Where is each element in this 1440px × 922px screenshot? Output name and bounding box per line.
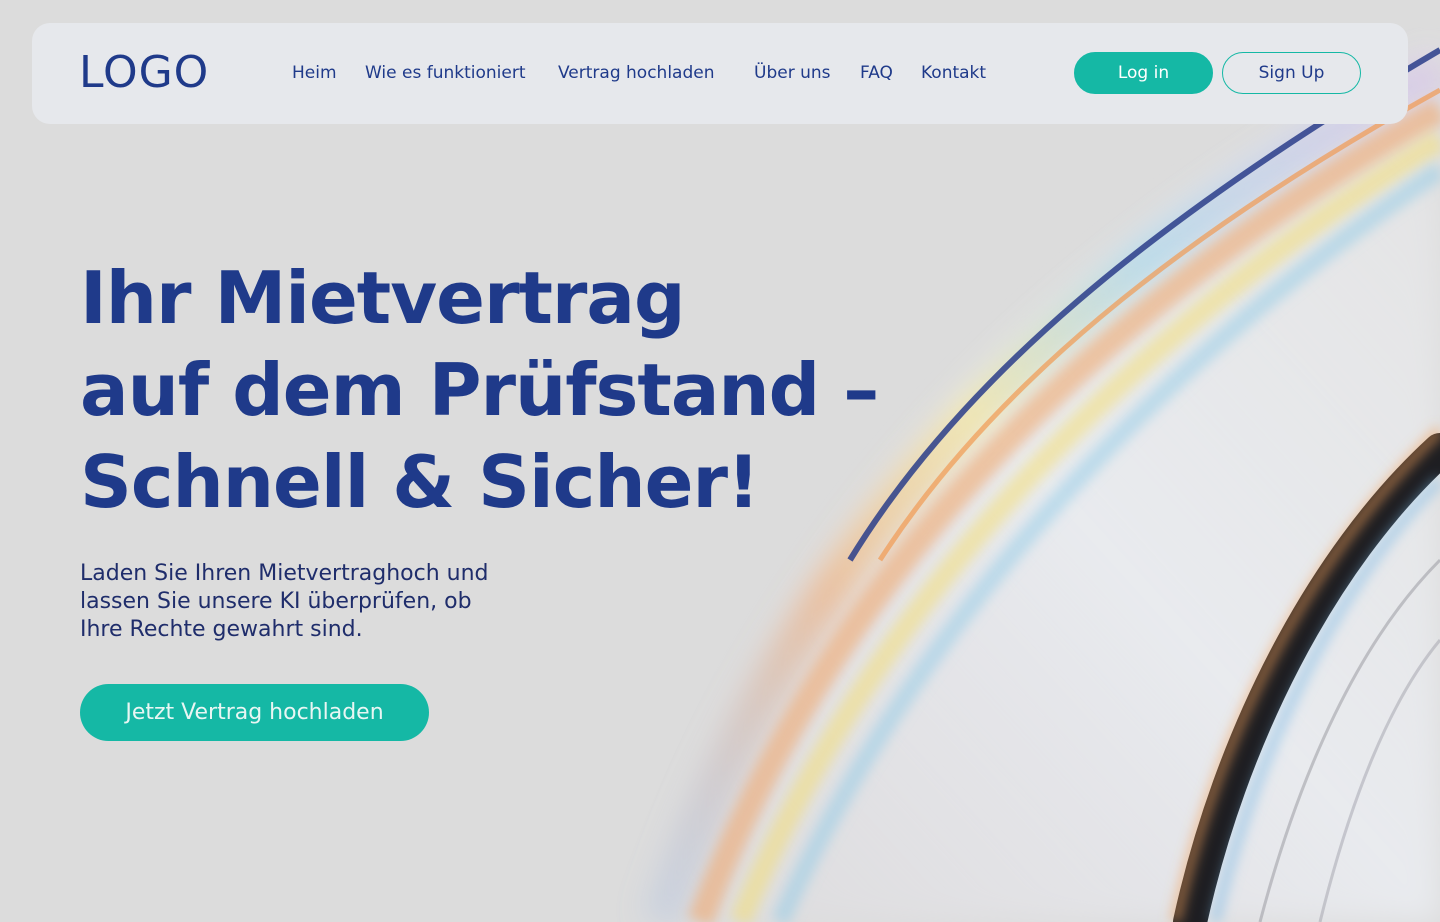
top-navbar: LOGO Heim Wie es funktioniert Vertrag ho… bbox=[32, 23, 1408, 124]
login-button[interactable]: Log in bbox=[1074, 52, 1213, 94]
hero-title: Ihr Mietvertrag auf dem Prüfstand – Schn… bbox=[80, 252, 879, 528]
nav-link-faq[interactable]: FAQ bbox=[860, 61, 893, 85]
hero-subtitle-line: lassen Sie unsere KI überprüfen, ob bbox=[80, 589, 472, 614]
nav-link-upload-contract[interactable]: Vertrag hochladen bbox=[558, 61, 715, 85]
signup-button[interactable]: Sign Up bbox=[1222, 52, 1361, 94]
hero-title-line: auf dem Prüfstand – bbox=[80, 348, 879, 432]
nav-link-contact[interactable]: Kontakt bbox=[921, 61, 986, 85]
hero-title-line: Schnell & Sicher! bbox=[80, 440, 760, 524]
hero-subtitle-line: Laden Sie Ihren Mietvertraghoch und bbox=[80, 561, 489, 586]
nav-link-heim[interactable]: Heim bbox=[292, 61, 337, 85]
hero-title-line: Ihr Mietvertrag bbox=[80, 256, 686, 340]
upload-contract-cta-button[interactable]: Jetzt Vertrag hochladen bbox=[80, 684, 429, 741]
nav-link-how-it-works[interactable]: Wie es funktioniert bbox=[365, 61, 526, 85]
hero-subtitle-line: Ihre Rechte gewahrt sind. bbox=[80, 617, 363, 642]
hero-subtitle: Laden Sie Ihren Mietvertraghoch und lass… bbox=[80, 560, 600, 644]
nav-link-about-us[interactable]: Über uns bbox=[754, 61, 831, 85]
logo[interactable]: LOGO bbox=[79, 47, 209, 99]
